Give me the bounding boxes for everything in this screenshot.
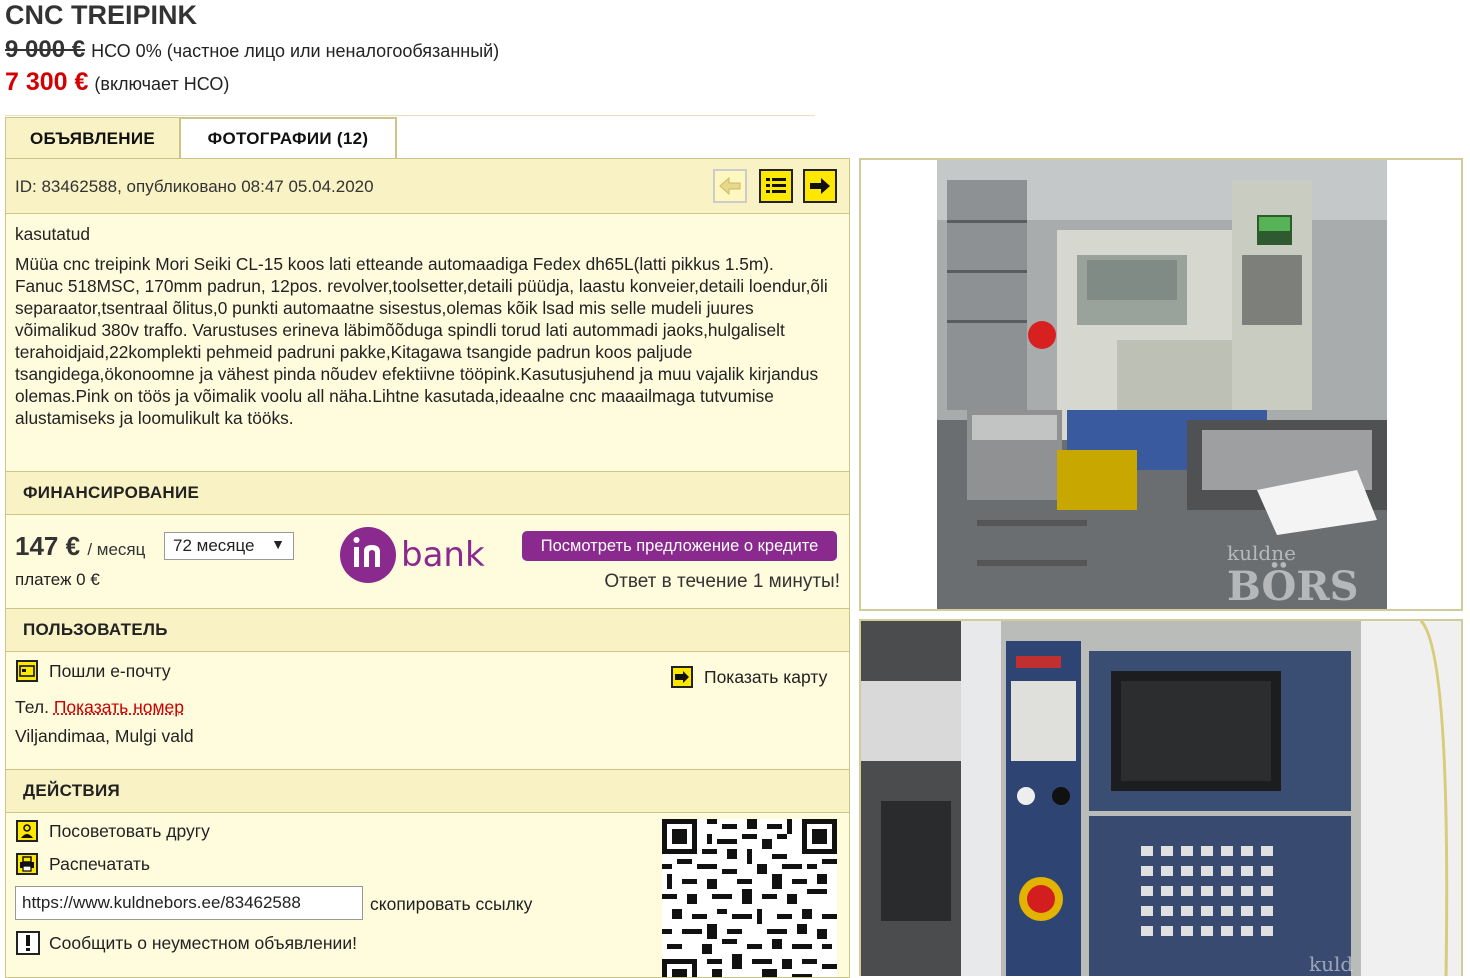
report-link[interactable]: Сообщить о неуместном объявлении!: [49, 933, 357, 954]
phone-prefix: Тел.: [15, 697, 49, 717]
photo-1-watermark-top: kuldne: [1227, 541, 1296, 565]
item-condition: kasutatud: [15, 223, 840, 245]
phone-row: Тел. Показать номер: [15, 697, 184, 718]
qr-code: [662, 819, 837, 977]
user-heading-label: ПОЛЬЗОВАТЕЛЬ: [23, 620, 168, 640]
current-price: 7 300 €: [5, 68, 88, 96]
tab-listing[interactable]: ОБЪЯВЛЕНИЕ: [5, 117, 180, 160]
report-icon[interactable]: [16, 931, 40, 955]
arrow-left-icon[interactable]: [713, 169, 747, 203]
listing-id-date: ID: 83462588, опубликовано 08:47 05.04.2…: [15, 177, 374, 197]
list-icon[interactable]: [759, 169, 793, 203]
price-note: (включает НСО): [94, 74, 229, 94]
send-email-link[interactable]: Пошли е-почту: [49, 661, 171, 682]
location: Viljandimaa, Mulgi vald: [15, 726, 194, 747]
print-icon[interactable]: [16, 853, 38, 875]
answer-time-note: Ответ в течение 1 минуты!: [604, 571, 840, 593]
listing-meta-row: ID: 83462588, опубликовано 08:47 05.04.2…: [6, 159, 849, 214]
dropdown-arrow-icon: ▼: [271, 536, 285, 552]
months-selected-value: 72 месяце: [173, 536, 254, 555]
recommend-link[interactable]: Посоветовать другу: [49, 821, 210, 842]
listing-photo-2[interactable]: kuld: [859, 619, 1463, 976]
listing-url-field[interactable]: https://www.kuldnebors.ee/83462588: [15, 886, 363, 920]
svg-text:bank: bank: [401, 535, 485, 575]
old-price: 9 000 €: [5, 36, 85, 63]
view-credit-offer-button[interactable]: Посмотреть предложение о кредите: [522, 531, 837, 561]
show-phone-link[interactable]: Показать номер: [54, 697, 184, 717]
listing-title: CNC TREIPINK: [5, 0, 197, 31]
header-divider: [5, 115, 815, 116]
map-arrow-icon[interactable]: [671, 666, 693, 688]
actions-heading: ДЕЙСТВИЯ: [6, 769, 849, 813]
tab-photos[interactable]: ФОТОГРАФИИ (12): [179, 117, 397, 161]
financing-heading: ФИНАНСИРОВАНИЕ: [6, 471, 849, 515]
listing-panel: ID: 83462588, опубликовано 08:47 05.04.2…: [5, 158, 850, 978]
per-month-label: / месяц: [87, 540, 145, 559]
old-price-row: 9 000 € НСО 0% (частное лицо или неналого…: [5, 36, 499, 64]
print-link[interactable]: Распечатать: [49, 854, 150, 875]
financing-heading-label: ФИНАНСИРОВАНИЕ: [23, 483, 199, 503]
recommend-icon[interactable]: [16, 820, 38, 842]
email-icon[interactable]: [16, 660, 38, 682]
listing-photo-1[interactable]: kuldne BÖRS: [859, 158, 1463, 611]
listing-description: kasutatud Müüa cnc treipink Mori Seiki C…: [15, 223, 840, 429]
show-map-link[interactable]: Показать карту: [704, 667, 827, 688]
months-select[interactable]: 72 месяце ▼: [164, 532, 294, 560]
monthly-amount: 147 €: [15, 531, 80, 561]
user-heading: ПОЛЬЗОВАТЕЛЬ: [6, 608, 849, 652]
arrow-right-icon[interactable]: [803, 169, 837, 203]
price-row: 7 300 € (включает НСО): [5, 68, 229, 97]
actions-heading-label: ДЕЙСТВИЯ: [23, 781, 120, 801]
down-payment: платеж 0 €: [15, 570, 100, 590]
inbank-logo[interactable]: bank: [339, 525, 499, 585]
old-price-note: НСО 0% (частное лицо или неналогообязанн…: [91, 41, 499, 61]
monthly-payment: 147 € / месяц: [15, 531, 145, 562]
photo-2-watermark: kuld: [1309, 952, 1353, 976]
description-text: Müüa cnc treipink Mori Seiki CL-15 koos …: [15, 253, 840, 429]
photo-1-watermark-bottom: BÖRS: [1227, 563, 1359, 609]
copy-link-button[interactable]: скопировать ссылку: [370, 894, 532, 915]
